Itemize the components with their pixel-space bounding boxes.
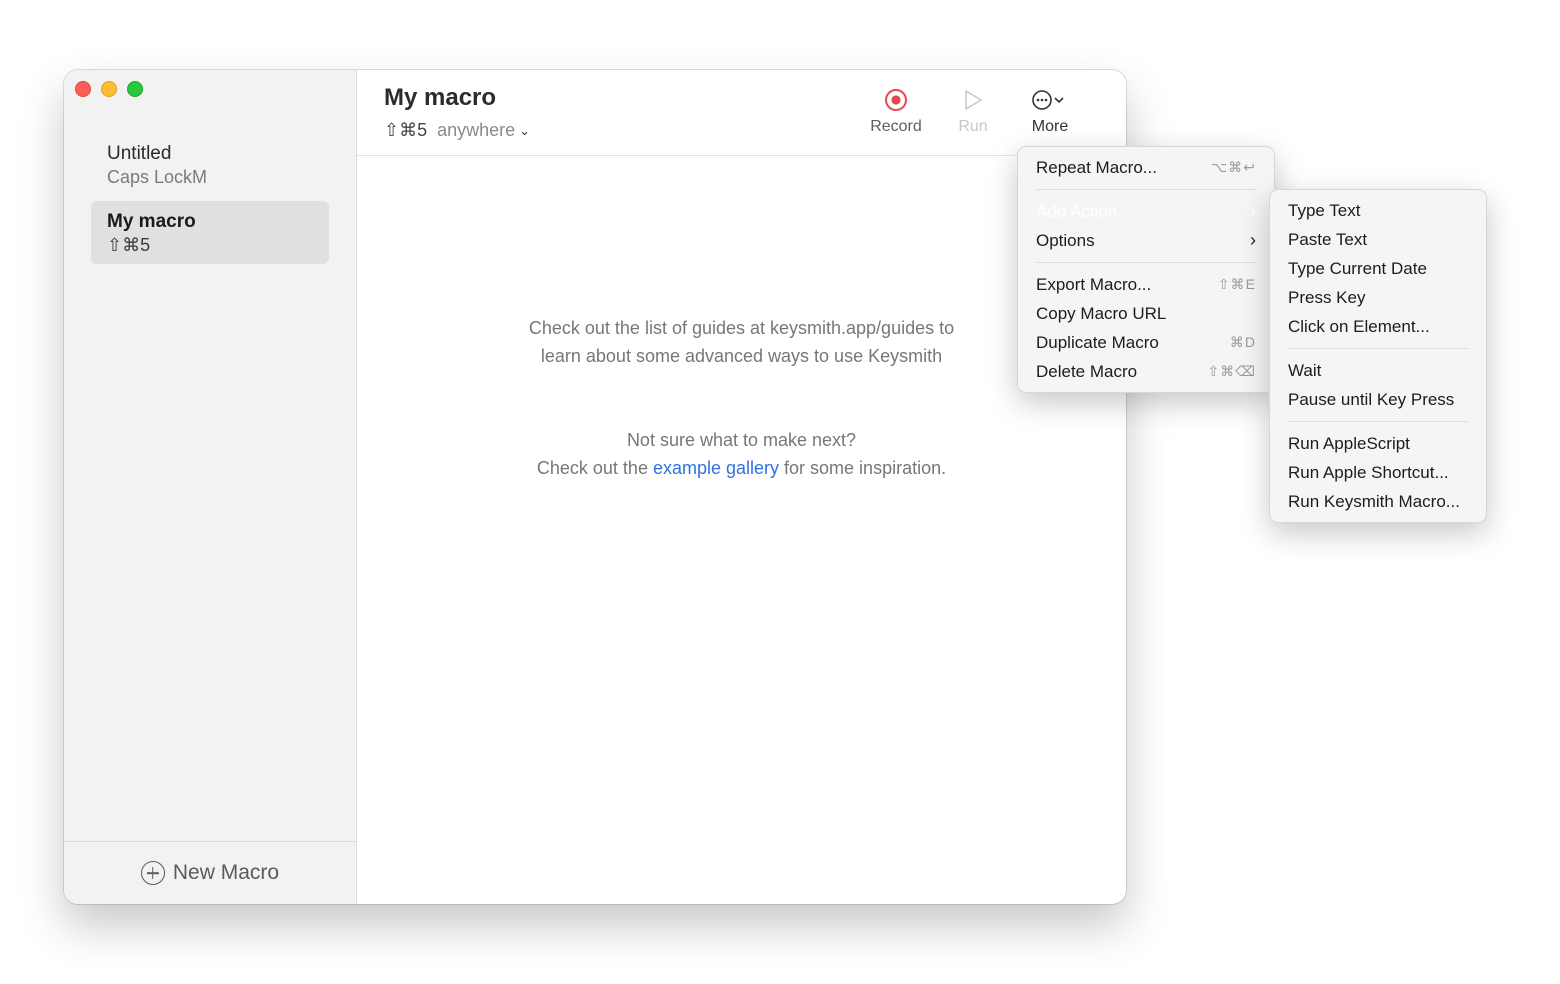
menu-item-type-text[interactable]: Type Text [1270,196,1486,225]
macro-list-item-untitled[interactable]: Untitled Caps LockM [91,133,329,196]
menu-item-label: Duplicate Macro [1036,332,1159,352]
menu-item-copy-macro-url[interactable]: Copy Macro URL [1018,299,1274,328]
minimize-window-button[interactable] [101,81,117,97]
menu-item-delete-macro[interactable]: Delete Macro ⇧⌘⌫ [1018,357,1274,386]
run-label: Run [958,118,988,135]
main-pane: My macro ⇧⌘5 anywhere ⌄ Record Run More … [357,70,1126,904]
menu-item-options[interactable]: Options › [1018,226,1274,255]
macro-name: My macro [107,211,196,232]
inspiration-line-2: Check out the example gallery for some i… [357,454,1126,482]
macro-list-item-my-macro[interactable]: My macro ⇧⌘5 [91,201,329,264]
zoom-window-button[interactable] [127,81,143,97]
macro-shortcut-display[interactable]: ⇧⌘5 [384,120,427,141]
page-title: My macro [384,84,497,111]
run-button[interactable]: Run [933,86,1013,136]
macro-name: Untitled [107,143,172,164]
more-menu: Repeat Macro... ⌥⌘↩ Add Action › Options… [1017,146,1275,393]
chevron-right-icon: › [1250,201,1256,221]
scope-dropdown[interactable]: anywhere ⌄ [437,120,530,141]
sidebar: Untitled Caps LockM My macro ⇧⌘5 New Mac… [64,70,357,904]
guides-line-1: Check out the list of guides at keysmith… [528,318,955,338]
menu-separator [1036,262,1256,263]
menu-item-shortcut: ⇧⌘E [1217,276,1256,292]
new-macro-button[interactable]: New Macro [64,841,356,904]
inspiration-hint: Not sure what to make next? Check out th… [357,426,1126,482]
close-window-button[interactable] [75,81,91,97]
menu-item-label: Repeat Macro... [1036,157,1157,177]
menu-separator [1288,421,1468,422]
menu-item-run-apple-shortcut[interactable]: Run Apple Shortcut... [1270,458,1486,487]
record-icon [856,86,936,114]
app-window: Untitled Caps LockM My macro ⇧⌘5 New Mac… [64,70,1126,904]
menu-item-paste-text[interactable]: Paste Text [1270,225,1486,254]
plus-circle-icon [140,861,165,885]
menu-item-label: Delete Macro [1036,361,1138,381]
menu-item-shortcut: ⌥⌘↩ [1211,159,1256,175]
menu-item-label: Export Macro... [1036,274,1152,294]
inspiration-prefix: Check out the [536,458,653,478]
menu-item-label: Add Action [1036,201,1118,221]
menu-item-label: Options [1036,230,1095,250]
macro-shortcut: ⇧⌘5 [107,235,151,255]
more-label: More [1031,118,1069,135]
guides-line-2: learn about some advanced ways to use Ke… [540,346,943,366]
chevron-right-icon: › [1250,230,1256,250]
window-controls [75,81,143,97]
scope-label: anywhere [437,120,516,140]
play-icon [933,86,1013,114]
macro-editor-empty-state: Check out the list of guides at keysmith… [357,156,1126,904]
menu-item-duplicate-macro[interactable]: Duplicate Macro ⌘D [1018,328,1274,357]
new-macro-label: New Macro [172,861,280,884]
record-button[interactable]: Record [856,86,936,136]
chevron-down-icon: ⌄ [519,122,531,138]
menu-item-wait[interactable]: Wait [1270,356,1486,385]
toolbar: My macro ⇧⌘5 anywhere ⌄ Record Run More [357,70,1126,156]
menu-item-repeat-macro[interactable]: Repeat Macro... ⌥⌘↩ [1018,153,1274,182]
record-label: Record [870,118,922,135]
menu-item-shortcut: ⌘D [1229,334,1256,350]
menu-item-add-action[interactable]: Add Action › [1018,197,1274,226]
menu-item-label: Copy Macro URL [1036,303,1167,323]
more-ellipsis-icon [1010,86,1090,114]
guides-hint: Check out the list of guides at keysmith… [357,314,1126,370]
example-gallery-link[interactable]: example gallery [653,458,779,478]
more-button[interactable]: More [1010,86,1090,136]
menu-item-pause-until-key-press[interactable]: Pause until Key Press [1270,385,1486,414]
menu-item-shortcut: ⇧⌘⌫ [1207,363,1256,379]
menu-separator [1036,189,1256,190]
menu-item-run-keysmith-macro[interactable]: Run Keysmith Macro... [1270,487,1486,516]
inspiration-suffix: for some inspiration. [779,458,947,478]
menu-item-export-macro[interactable]: Export Macro... ⇧⌘E [1018,270,1274,299]
add-action-submenu: Type Text Paste Text Type Current Date P… [1269,189,1487,523]
menu-item-press-key[interactable]: Press Key [1270,283,1486,312]
menu-item-type-current-date[interactable]: Type Current Date [1270,254,1486,283]
menu-item-run-applescript[interactable]: Run AppleScript [1270,429,1486,458]
menu-separator [1288,348,1468,349]
inspiration-line-1: Not sure what to make next? [626,430,857,450]
macro-trigger-line: ⇧⌘5 anywhere ⌄ [384,120,530,141]
macro-shortcut: Caps LockM [107,167,208,187]
menu-item-click-on-element[interactable]: Click on Element... [1270,312,1486,341]
